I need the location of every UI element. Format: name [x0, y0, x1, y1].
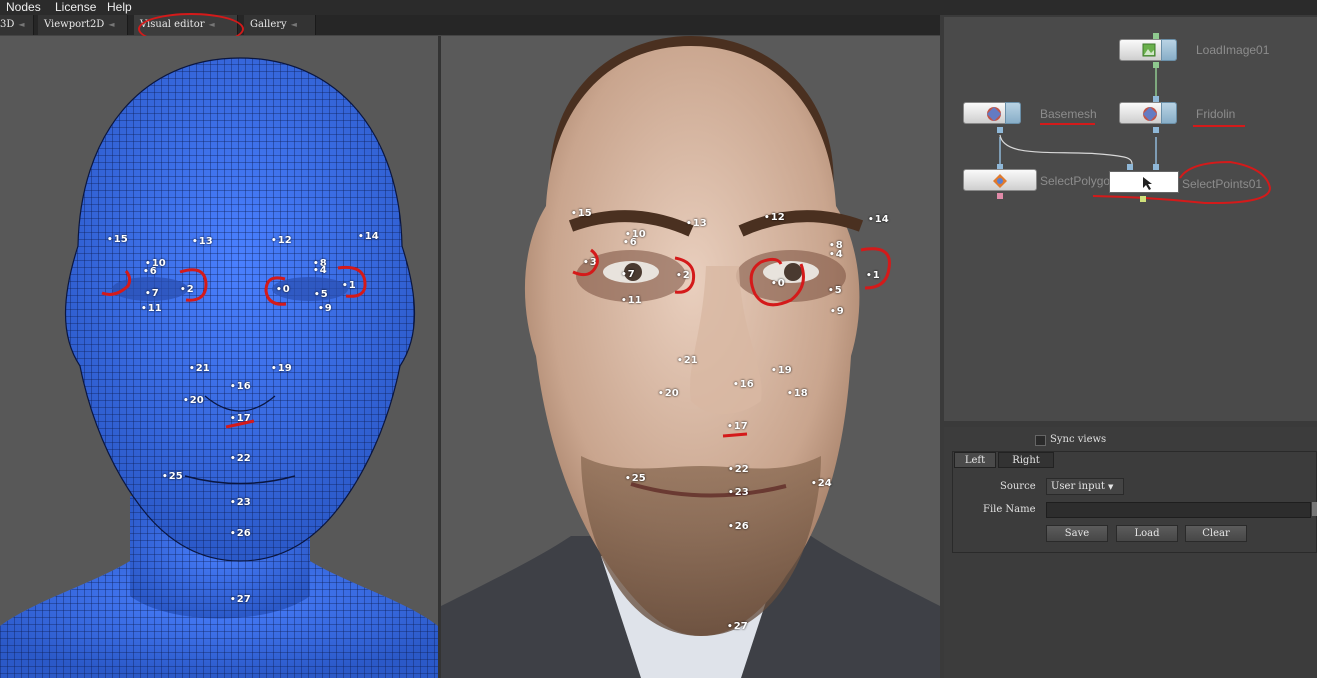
- clear-button[interactable]: Clear: [1185, 525, 1247, 542]
- mesh-icon: [987, 107, 1001, 121]
- source-label: Source: [1000, 481, 1036, 492]
- node-label-fridolin: Fridolin: [1196, 107, 1236, 121]
- tab-right[interactable]: Right: [998, 452, 1054, 468]
- tab-viewport2d-label: Viewport2D: [44, 19, 105, 30]
- close-icon[interactable]: ◄: [108, 20, 114, 29]
- sync-views-label: Sync views: [1050, 434, 1107, 445]
- file-name-input[interactable]: [1046, 502, 1311, 518]
- file-name-label: File Name: [983, 504, 1036, 515]
- annotation-marks: [572, 247, 891, 438]
- node-load-image[interactable]: [1119, 39, 1177, 61]
- source-value: User input: [1051, 481, 1105, 492]
- select-polygons-icon: [993, 174, 1007, 188]
- tab-left[interactable]: Left: [954, 452, 996, 468]
- close-icon[interactable]: ◄: [18, 20, 24, 29]
- input-port[interactable]: [1127, 164, 1133, 170]
- load-button[interactable]: Load: [1116, 525, 1178, 542]
- input-port[interactable]: [1153, 164, 1159, 170]
- node-select-points[interactable]: [1109, 171, 1179, 193]
- image-viewport[interactable]: 15 13 12 14 10 6 8 4 3 7 2 0 5 1 11 9 21…: [441, 36, 940, 678]
- tab-gallery[interactable]: Gallery ◄: [244, 15, 316, 35]
- tab-3d[interactable]: 3D ◄: [0, 15, 34, 35]
- save-button[interactable]: Save: [1046, 525, 1108, 542]
- sync-views-checkbox[interactable]: [1035, 435, 1046, 446]
- node-label-load-image: LoadImage01: [1196, 43, 1270, 57]
- mesh-icon: [1143, 107, 1157, 121]
- source-dropdown[interactable]: User input ▼: [1046, 478, 1124, 495]
- node-label-basemesh: Basemesh: [1040, 107, 1097, 121]
- close-icon[interactable]: ◄: [291, 20, 297, 29]
- menu-nodes[interactable]: Nodes: [6, 0, 41, 14]
- chevron-down-icon: ▼: [1107, 483, 1114, 491]
- node-select-polygons[interactable]: [963, 169, 1037, 191]
- properties-panel: Sync views Left Right Source User input ▼…: [944, 427, 1317, 678]
- node-label-select-points: SelectPoints01: [1182, 177, 1263, 191]
- cursor-icon: [1143, 177, 1152, 190]
- menu-license[interactable]: License: [55, 0, 96, 14]
- output-port[interactable]: [1153, 127, 1159, 133]
- menu-help[interactable]: Help: [107, 0, 132, 14]
- image-icon: [1142, 43, 1156, 57]
- mesh-viewport[interactable]: 15 13 12 14 10 6 8 4 7 2 0 5 1 11 9 21 1…: [0, 36, 438, 678]
- node-graph[interactable]: LoadImage01 Basemesh Fridolin SelectPoly…: [944, 17, 1317, 421]
- node-basemesh[interactable]: [963, 102, 1021, 124]
- browse-button[interactable]: [1312, 502, 1317, 516]
- output-port[interactable]: [997, 193, 1003, 199]
- output-port[interactable]: [1140, 196, 1146, 202]
- node-connections: [999, 65, 1272, 205]
- node-fridolin[interactable]: [1119, 102, 1177, 124]
- tab-viewport2d[interactable]: Viewport2D ◄: [38, 15, 128, 35]
- tab-3d-label: 3D: [0, 19, 15, 30]
- output-port[interactable]: [1153, 62, 1159, 68]
- output-port[interactable]: [997, 127, 1003, 133]
- tab-gallery-label: Gallery: [250, 19, 287, 30]
- annotation-marks: [101, 265, 367, 429]
